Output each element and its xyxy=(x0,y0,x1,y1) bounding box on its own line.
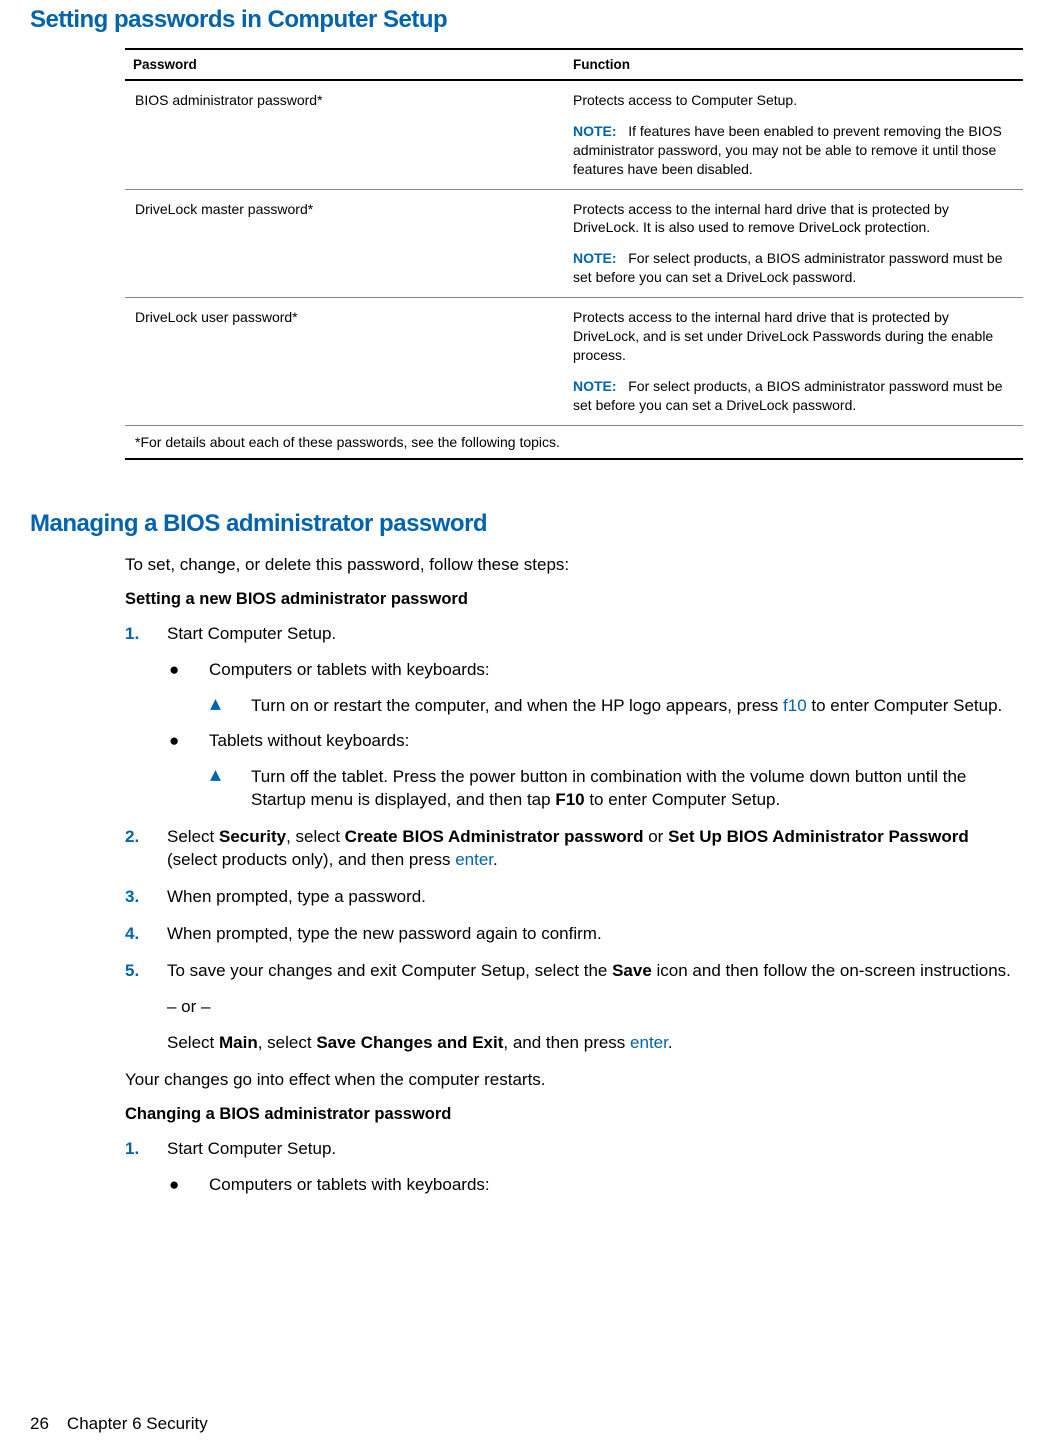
setting-new-title: Setting a new BIOS administrator passwor… xyxy=(125,590,1022,609)
step-number: 3. xyxy=(125,886,167,907)
step-number: 1. xyxy=(125,623,167,644)
bullet-text: Computers or tablets with keyboards: xyxy=(209,1174,1022,1197)
s2-f: . xyxy=(493,850,498,869)
triangle-icon xyxy=(209,695,251,718)
s2-c: , select xyxy=(286,827,345,846)
step-number: 2. xyxy=(125,826,167,847)
intro-text: To set, change, or delete this password,… xyxy=(125,554,1022,576)
step-text: Start Computer Setup. xyxy=(167,1138,1022,1161)
change-step-1: 1. Start Computer Setup. ● Computers or … xyxy=(125,1138,1022,1197)
page-number: 26 xyxy=(30,1414,49,1433)
cell-password: BIOS administrator password* xyxy=(125,91,565,179)
tri-text-a: Turn on or restart the computer, and whe… xyxy=(251,696,783,715)
fn-desc: Protects access to the internal hard dri… xyxy=(573,200,1015,238)
step-3: 3. When prompted, type a password. xyxy=(125,886,1022,909)
bullet-item: ● Computers or tablets with keyboards: xyxy=(167,1174,1022,1197)
key-enter: enter xyxy=(630,1033,668,1052)
table-row: DriveLock master password* Protects acce… xyxy=(125,190,1023,299)
s5-c: Select xyxy=(167,1033,219,1052)
s2-d: or xyxy=(644,827,669,846)
key-enter: enter xyxy=(455,850,493,869)
bullet-text: Tablets without keyboards: xyxy=(209,731,409,750)
bold-main: Main xyxy=(219,1033,258,1052)
tri-text-b: to enter Computer Setup. xyxy=(807,696,1003,715)
changing-title: Changing a BIOS administrator password xyxy=(125,1105,1022,1124)
s2-e: (select products only), and then press xyxy=(167,850,455,869)
step-text: When prompted, type a password. xyxy=(167,886,1022,909)
heading-managing-bios: Managing a BIOS administrator password xyxy=(30,510,1022,538)
triangle-item: Turn off the tablet. Press the power but… xyxy=(209,766,1022,812)
note-text: If features have been enabled to prevent… xyxy=(573,123,1002,177)
step-4: 4. When prompted, type the new password … xyxy=(125,923,1022,946)
cell-function: Protects access to the internal hard dri… xyxy=(565,308,1023,414)
step-text: Start Computer Setup. xyxy=(167,623,1022,646)
note-label: NOTE: xyxy=(573,123,617,139)
s5-f: . xyxy=(668,1033,673,1052)
step-number: 5. xyxy=(125,960,167,981)
step-5: 5. To save your changes and exit Compute… xyxy=(125,960,1022,1055)
fn-desc: Protects access to the internal hard dri… xyxy=(573,308,1015,365)
bullet-icon: ● xyxy=(167,1174,209,1197)
note-text: For select products, a BIOS administrato… xyxy=(573,378,1003,413)
s5-e: , and then press xyxy=(503,1033,630,1052)
s5-d: , select xyxy=(258,1033,317,1052)
passwords-table: Password Function BIOS administrator pas… xyxy=(125,48,1023,460)
step-1: 1. Start Computer Setup. ● Computers or … xyxy=(125,623,1022,813)
table-row: DriveLock user password* Protects access… xyxy=(125,298,1023,425)
triangle-icon xyxy=(209,766,251,812)
th-function: Function xyxy=(565,50,1023,79)
cell-function: Protects access to Computer Setup. NOTE:… xyxy=(565,91,1023,179)
heading-setting-passwords: Setting passwords in Computer Setup xyxy=(30,6,1022,34)
s5-a: To save your changes and exit Computer S… xyxy=(167,961,612,980)
bold-f10: F10 xyxy=(555,790,584,809)
note-label: NOTE: xyxy=(573,378,617,394)
s2-a: Select xyxy=(167,827,219,846)
fn-desc: Protects access to Computer Setup. xyxy=(573,91,1015,110)
or-separator: – or – xyxy=(167,996,1022,1019)
table-footnote: *For details about each of these passwor… xyxy=(125,426,1023,460)
cell-password: DriveLock master password* xyxy=(125,200,565,288)
page-footer: 26 Chapter 6 Security xyxy=(30,1414,208,1434)
table-row: BIOS administrator password* Protects ac… xyxy=(125,81,1023,190)
outro-text: Your changes go into effect when the com… xyxy=(125,1069,1022,1091)
key-f10: f10 xyxy=(783,696,807,715)
th-password: Password xyxy=(125,50,565,79)
note-label: NOTE: xyxy=(573,250,617,266)
bullet-item: ● Computers or tablets with keyboards: T… xyxy=(167,659,1022,718)
chapter-label: Chapter 6 Security xyxy=(67,1414,208,1433)
bold-save: Save xyxy=(612,961,652,980)
bold-security: Security xyxy=(219,827,286,846)
bullet-icon: ● xyxy=(167,659,209,718)
bullet-icon: ● xyxy=(167,730,209,812)
step-text: When prompted, type the new password aga… xyxy=(167,923,1022,946)
bold-setup-bios: Set Up BIOS Administrator Password xyxy=(668,827,969,846)
tri-text-b: to enter Computer Setup. xyxy=(585,790,781,809)
bold-save-exit: Save Changes and Exit xyxy=(316,1033,503,1052)
triangle-item: Turn on or restart the computer, and whe… xyxy=(209,695,1022,718)
step-number: 4. xyxy=(125,923,167,944)
step-number: 1. xyxy=(125,1138,167,1159)
note-text: For select products, a BIOS administrato… xyxy=(573,250,1003,285)
bullet-item: ● Tablets without keyboards: Turn off th… xyxy=(167,730,1022,812)
cell-function: Protects access to the internal hard dri… xyxy=(565,200,1023,288)
bullet-text: Computers or tablets with keyboards: xyxy=(209,660,490,679)
cell-password: DriveLock user password* xyxy=(125,308,565,414)
s5-b: icon and then follow the on-screen instr… xyxy=(652,961,1011,980)
step-2: 2. Select Security, select Create BIOS A… xyxy=(125,826,1022,872)
bold-create-bios: Create BIOS Administrator password xyxy=(345,827,644,846)
